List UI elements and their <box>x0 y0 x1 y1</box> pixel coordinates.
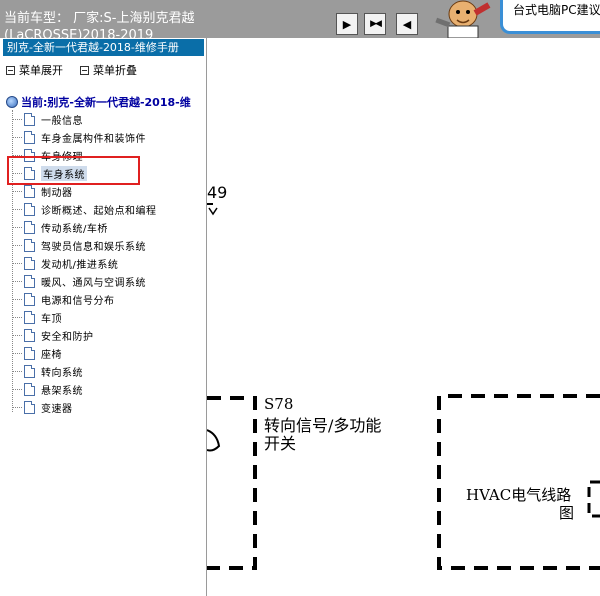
document-icon <box>24 310 35 324</box>
menu-collapse-button[interactable]: 菜单折叠 <box>80 62 137 78</box>
tree-item-body-metal[interactable]: 车身金属构件和装饰件 <box>12 128 146 146</box>
document-icon <box>24 166 35 180</box>
tree-item-roof[interactable]: 车顶 <box>12 308 62 326</box>
tree-item-hvac[interactable]: 暖风、通风与空调系统 <box>12 272 146 290</box>
document-icon <box>24 220 35 234</box>
document-icon <box>24 148 35 162</box>
tree-item-brakes[interactable]: 制动器 <box>12 182 73 200</box>
menu-expand-button[interactable]: 菜单展开 <box>6 62 63 78</box>
tree-item-body-systems[interactable]: 车身系统 <box>12 164 87 182</box>
tree-item-general-info[interactable]: 一般信息 <box>12 110 83 128</box>
document-icon <box>24 238 35 252</box>
document-icon <box>24 274 35 288</box>
tree-item-infotainment[interactable]: 驾驶员信息和娱乐系统 <box>12 236 146 254</box>
document-icon <box>24 400 35 414</box>
document-icon <box>24 256 35 270</box>
tree-item-power-signal[interactable]: 电源和信号分布 <box>12 290 115 308</box>
vehicle-model-title: 当前车型： 厂家:S-上海别克君越 <box>4 11 195 26</box>
nav-both-button[interactable]: ▶◀ <box>364 13 386 35</box>
document-icon <box>24 130 35 144</box>
s78-name-line2: 开关 <box>264 434 297 453</box>
menu-expand-label: 菜单展开 <box>19 64 63 77</box>
document-icon <box>24 382 35 396</box>
nav-prev-button[interactable]: ◀ <box>396 13 418 35</box>
diagram-fragment-number: 49 <box>207 183 228 202</box>
tree-item-steering[interactable]: 转向系统 <box>12 362 83 380</box>
diagram-canvas <box>207 203 600 570</box>
manual-tree-panel: 别克-全新一代君越-2018-维修手册 菜单展开 菜单折叠 当前:别克-全新一代… <box>0 38 207 596</box>
tree-item-engine[interactable]: 发动机/推进系统 <box>12 254 118 272</box>
document-icon <box>24 346 35 360</box>
title-bar: 当前车型： 厂家:S-上海别克君越 (LaCROSSE)2018-2019 ▶ … <box>0 0 600 38</box>
expand-icon <box>6 65 15 75</box>
ad-banner[interactable]: 台式电脑PC建议 <box>500 0 600 34</box>
tree-item-seats[interactable]: 座椅 <box>12 344 62 362</box>
hvac-label-line1: HVAC电气线路 <box>466 486 572 504</box>
document-icon <box>24 112 35 126</box>
tree-item-diagnostics[interactable]: 诊断概述、起始点和编程 <box>12 200 157 218</box>
tree-item-driveline[interactable]: 传动系统/车桥 <box>12 218 108 236</box>
panel-title: 别克-全新一代君越-2018-维修手册 <box>3 39 204 56</box>
document-icon <box>24 328 35 342</box>
menu-collapse-label: 菜单折叠 <box>93 64 137 77</box>
document-icon <box>24 202 35 216</box>
tree-root-node[interactable]: 当前:别克-全新一代君越-2018-维 <box>6 94 191 110</box>
tree-root-label: 当前:别克-全新一代君越-2018-维 <box>21 96 191 109</box>
vehicle-model-years: (LaCROSSE)2018-2019 <box>4 28 154 38</box>
tree-item-suspension[interactable]: 悬架系统 <box>12 380 83 398</box>
nav-next-button[interactable]: ▶ <box>336 13 358 35</box>
tree-item-body-repair[interactable]: 车身修理 <box>12 146 83 164</box>
s78-code-label: S78 <box>264 395 294 413</box>
wiring-diagram-view[interactable]: 49 S78 转向信号/多功能 开关 HVAC电气线路 图 <box>207 38 600 596</box>
document-icon <box>24 184 35 198</box>
ad-text: 台式电脑PC建议 <box>513 3 600 17</box>
globe-icon <box>6 96 18 108</box>
document-icon <box>24 292 35 306</box>
tree-item-safety[interactable]: 安全和防护 <box>12 326 94 344</box>
collapse-icon <box>80 65 89 75</box>
hvac-label-line2: 图 <box>559 504 575 522</box>
document-icon <box>24 364 35 378</box>
tree-item-transmission[interactable]: 变速器 <box>12 398 73 416</box>
mascot-icon <box>430 0 500 38</box>
